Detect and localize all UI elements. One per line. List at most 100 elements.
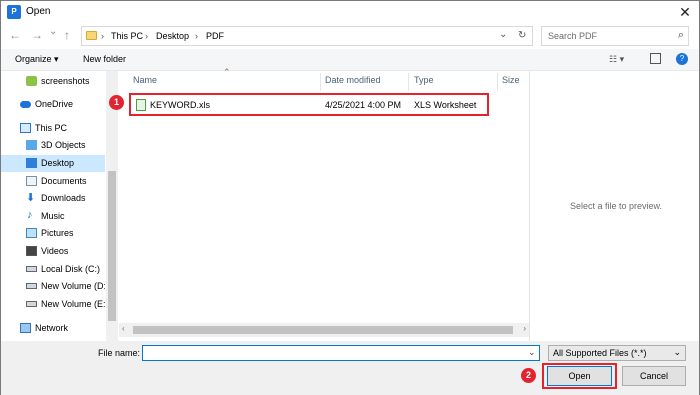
- file-row-keyword-xls[interactable]: KEYWORD.xls 4/25/2021 4:00 PM XLS Worksh…: [129, 93, 489, 116]
- sidebar-item-network[interactable]: Network: [1, 320, 105, 337]
- sidebar-item-label: Music: [41, 211, 65, 221]
- sidebar-item-label: Desktop: [41, 158, 75, 168]
- sidebar-item-pictures[interactable]: Pictures: [1, 225, 105, 242]
- column-header-name[interactable]: Name: [133, 75, 157, 85]
- sidebar-item-label: screenshots: [41, 76, 90, 86]
- breadcrumb-this-pc[interactable]: This PC: [111, 31, 143, 41]
- view-options-icon[interactable]: ☷ ▾: [609, 54, 624, 65]
- refresh-icon[interactable]: ↻: [518, 30, 526, 41]
- sidebar-item-label: New Volume (D:: [41, 281, 105, 291]
- file-type-select[interactable]: All Supported Files (*.*) ⌄: [548, 345, 686, 361]
- title-bar: P Open ✕: [1, 1, 699, 23]
- videos-icon: [26, 246, 37, 256]
- scroll-left-icon[interactable]: ‹: [122, 324, 125, 333]
- drive-icon: [26, 283, 37, 289]
- sidebar-item-onedrive[interactable]: OneDrive: [1, 96, 105, 113]
- organize-menu-button[interactable]: Organize ▾: [15, 54, 59, 65]
- file-date-modified: 4/25/2021 4:00 PM: [325, 100, 402, 110]
- column-divider[interactable]: [408, 73, 409, 91]
- sidebar-item-label: New Volume (E:): [41, 299, 105, 309]
- sidebar-item-label: Network: [35, 323, 69, 333]
- sidebar-item-videos[interactable]: Videos: [1, 243, 105, 260]
- sort-ascending-icon: ⌃: [223, 67, 231, 77]
- sidebar-item-local-disk-c[interactable]: Local Disk (C:): [1, 261, 105, 278]
- window-title: Open: [26, 6, 51, 17]
- new-folder-button[interactable]: New folder: [83, 54, 126, 64]
- sidebar-item-label: Local Disk (C:): [41, 264, 101, 274]
- sidebar-item-this-pc[interactable]: This PC: [1, 120, 105, 137]
- command-toolbar: Organize ▾ New folder ☷ ▾ ?: [1, 49, 699, 71]
- search-box[interactable]: Search PDF ⌕: [541, 26, 689, 46]
- address-bar[interactable]: › This PC › Desktop › PDF ⌄ ↻: [81, 26, 533, 46]
- breadcrumb-separator-icon: ›: [195, 31, 198, 41]
- column-header-size[interactable]: Size: [502, 75, 520, 85]
- preview-placeholder-text: Select a file to preview.: [570, 201, 663, 211]
- address-dropdown-icon[interactable]: ⌄: [499, 29, 507, 40]
- preview-pane-icon[interactable]: [650, 53, 661, 64]
- drive-icon: [26, 266, 37, 272]
- close-button[interactable]: ✕: [671, 2, 699, 22]
- download-icon: ⬇: [26, 192, 36, 204]
- column-divider[interactable]: [320, 73, 321, 91]
- file-type-value: All Supported Files (*.*): [553, 348, 647, 358]
- file-name-label: File name:: [98, 348, 141, 358]
- sidebar-item-label: Documents: [41, 176, 87, 186]
- sidebar-item-label: 3D Objects: [41, 140, 86, 150]
- file-type: XLS Worksheet: [414, 100, 477, 110]
- desktop-icon: [26, 158, 37, 168]
- excel-file-icon: [136, 99, 146, 111]
- documents-icon: [26, 176, 37, 186]
- forward-arrow-icon[interactable]: →: [31, 28, 43, 42]
- sidebar-item-label: Videos: [41, 246, 69, 256]
- back-arrow-icon[interactable]: ←: [9, 28, 21, 42]
- sidebar-item-documents[interactable]: Documents: [1, 173, 105, 190]
- column-divider[interactable]: [497, 73, 498, 91]
- drive-icon: [26, 301, 37, 307]
- music-icon: ♪: [27, 209, 33, 221]
- navigation-pane: screenshots OneDrive This PC 3D Objects …: [1, 71, 118, 341]
- sidebar-item-downloads[interactable]: ⬇ Downloads: [1, 190, 105, 207]
- column-header-date-modified[interactable]: Date modified: [325, 75, 381, 85]
- sidebar-item-screenshots[interactable]: screenshots: [1, 73, 105, 90]
- sidebar-item-desktop[interactable]: Desktop: [1, 155, 105, 172]
- sidebar-item-new-volume-e[interactable]: New Volume (E:): [1, 296, 105, 313]
- chevron-down-icon: ⌄: [673, 347, 681, 357]
- cube-icon: [26, 140, 37, 150]
- recent-locations-dropdown-icon[interactable]: ⌄: [49, 26, 57, 37]
- annotation-badge-2: 2: [521, 368, 536, 383]
- sidebar-item-label: OneDrive: [35, 99, 74, 109]
- scrollbar-thumb[interactable]: [133, 326, 513, 334]
- sidebar-item-label: Downloads: [41, 193, 86, 203]
- breadcrumb-separator-icon: ›: [145, 31, 148, 41]
- sidebar-item-music[interactable]: ♪ Music: [1, 208, 105, 225]
- file-list-horizontal-scrollbar[interactable]: ‹ ›: [119, 323, 529, 337]
- help-icon[interactable]: ?: [676, 53, 688, 65]
- sidebar-item-label: This PC: [35, 123, 68, 133]
- network-icon: [20, 323, 31, 333]
- sidebar-item-label: Pictures: [41, 228, 74, 238]
- cloud-icon: [20, 101, 31, 108]
- file-name: KEYWORD.xls: [150, 100, 211, 110]
- app-icon: P: [7, 5, 21, 19]
- column-header-type[interactable]: Type: [414, 75, 434, 85]
- open-button[interactable]: Open: [547, 366, 612, 386]
- sidebar-item-new-volume-d[interactable]: New Volume (D:: [1, 278, 105, 295]
- cancel-button[interactable]: Cancel: [622, 366, 686, 386]
- scroll-right-icon[interactable]: ›: [523, 324, 526, 333]
- screenshots-folder-icon: [26, 76, 37, 86]
- file-name-input[interactable]: [142, 345, 540, 361]
- dialog-footer: File name: ⌄ All Supported Files (*.*) ⌄…: [1, 341, 699, 395]
- navigation-bar: ← → ⌄ ↑ › This PC › Desktop › PDF ⌄ ↻ Se…: [1, 23, 699, 49]
- annotation-badge-1: 1: [109, 95, 124, 110]
- sidebar-item-3d-objects[interactable]: 3D Objects: [1, 137, 105, 154]
- scrollbar-thumb[interactable]: [108, 171, 116, 321]
- navigation-pane-scrollbar[interactable]: [106, 71, 118, 341]
- breadcrumb-desktop[interactable]: Desktop: [156, 31, 189, 41]
- breadcrumb-separator-icon: ›: [101, 31, 104, 41]
- computer-icon: [20, 123, 31, 133]
- file-list: ⌃ Name Date modified Type Size KEYWORD.x…: [109, 67, 529, 341]
- search-input[interactable]: Search PDF: [548, 31, 597, 41]
- breadcrumb-pdf[interactable]: PDF: [206, 31, 224, 41]
- up-arrow-icon[interactable]: ↑: [64, 28, 70, 42]
- folder-icon: [86, 31, 97, 40]
